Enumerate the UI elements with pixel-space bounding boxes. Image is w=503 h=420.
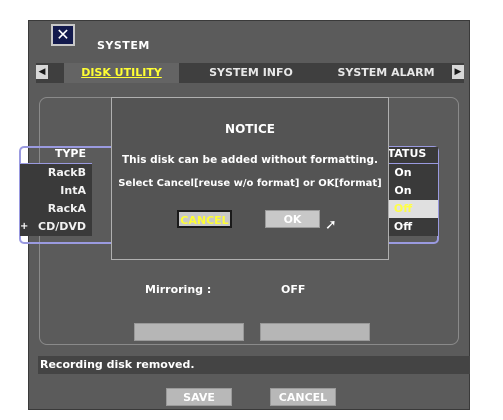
tools-icon: ✕ — [51, 24, 75, 46]
notice-message: This disk can be added without formattin… — [121, 154, 379, 166]
disk-type: CD/DVD — [38, 220, 86, 233]
tab-disk-utility[interactable]: DISK UTILITY — [64, 63, 179, 83]
disk-type: IntA — [60, 184, 86, 197]
dialog-ok-button[interactable]: OK — [265, 210, 320, 228]
table-row[interactable]: + CD/DVD — [20, 218, 92, 236]
status-message: Recording disk removed. — [38, 356, 470, 374]
window-title: SYSTEM — [97, 39, 150, 52]
table-row[interactable]: IntA — [20, 182, 92, 200]
expand-icon[interactable]: + — [20, 218, 28, 236]
table-row[interactable]: RackA — [20, 200, 92, 218]
mirroring-value[interactable]: OFF — [281, 283, 305, 296]
dialog-cancel-button[interactable]: CANCEL — [177, 210, 232, 228]
save-button[interactable]: SAVE — [166, 388, 232, 406]
notice-dialog: NOTICE This disk can be added without fo… — [111, 97, 389, 260]
disabled-action-button — [134, 323, 244, 341]
tab-system-alarm[interactable]: SYSTEM ALARM — [321, 63, 451, 83]
tab-system-info[interactable]: SYSTEM INFO — [186, 63, 316, 83]
type-column: TYPE RackB IntA RackA + CD/DVD — [20, 147, 92, 243]
disk-type: RackA — [47, 202, 86, 215]
cancel-button[interactable]: CANCEL — [270, 388, 336, 406]
disk-type: RackB — [47, 166, 86, 179]
triangle-left-icon[interactable]: ◀ — [36, 65, 48, 79]
notice-title: NOTICE — [225, 122, 275, 136]
triangle-right-icon[interactable]: ▶ — [452, 65, 464, 79]
mouse-pointer-icon: ➚ — [325, 217, 337, 233]
dvr-screen: ✕ SYSTEM ◀ DISK UTILITY SYSTEM INFO SYST… — [0, 0, 503, 420]
tab-bar: ◀ DISK UTILITY SYSTEM INFO SYSTEM ALARM … — [36, 63, 464, 83]
title-bar: ✕ SYSTEM — [29, 21, 469, 61]
table-row[interactable]: RackB — [20, 164, 92, 182]
disabled-action-button — [260, 323, 370, 341]
mirroring-label: Mirroring : — [145, 283, 212, 296]
notice-instructions: Select Cancel[reuse w/o format] or OK[fo… — [118, 178, 382, 189]
type-header: TYPE — [20, 147, 92, 164]
